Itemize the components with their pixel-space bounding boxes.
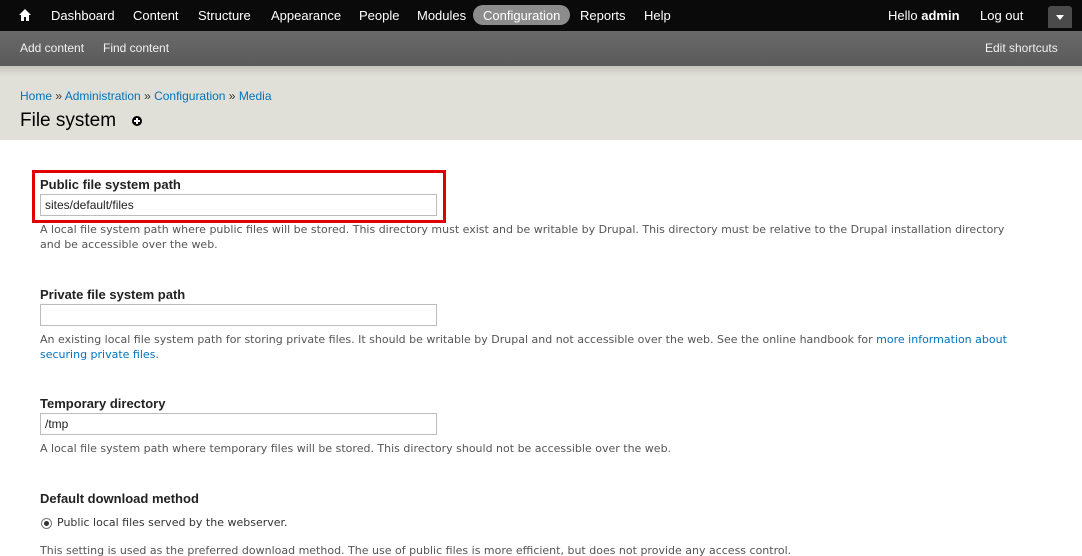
home-icon[interactable] xyxy=(18,8,32,22)
public-path-label: Public file system path xyxy=(40,177,181,192)
toolbar-item-configuration[interactable]: Configuration xyxy=(483,8,560,24)
public-path-input[interactable] xyxy=(40,194,437,216)
add-shortcut-icon[interactable] xyxy=(132,116,142,126)
logout-link[interactable]: Log out xyxy=(980,8,1023,24)
breadcrumb-home[interactable]: Home xyxy=(20,89,52,103)
public-files-radio[interactable] xyxy=(41,518,52,529)
breadcrumb-separator: » xyxy=(225,89,239,103)
breadcrumb-configuration[interactable]: Configuration xyxy=(154,89,225,103)
toolbar-item-structure[interactable]: Structure xyxy=(198,8,251,24)
username-link[interactable]: admin xyxy=(921,8,959,23)
download-method-description: This setting is used as the preferred do… xyxy=(40,544,792,556)
public-files-radio-label[interactable]: Public local files served by the webserv… xyxy=(57,516,288,529)
toolbar-item-dashboard[interactable]: Dashboard xyxy=(51,8,115,24)
temp-dir-description: A local file system path where temporary… xyxy=(40,442,672,455)
temp-dir-label: Temporary directory xyxy=(40,396,166,411)
breadcrumb-separator: » xyxy=(140,89,155,103)
toolbar-item-appearance[interactable]: Appearance xyxy=(271,8,341,24)
public-path-description: A local file system path where public fi… xyxy=(40,223,1005,251)
breadcrumb-media[interactable]: Media xyxy=(239,89,272,103)
toolbar-item-content[interactable]: Content xyxy=(133,8,179,24)
private-path-description-text: An existing local file system path for s… xyxy=(40,333,877,346)
private-path-label: Private file system path xyxy=(40,287,186,302)
shortcuts-toggle-button[interactable] xyxy=(1048,6,1072,28)
private-path-input[interactable] xyxy=(40,304,437,326)
toolbar-item-people[interactable]: People xyxy=(359,8,399,24)
admin-toolbar: Dashboard Content Structure Appearance P… xyxy=(0,0,1082,31)
page-title: File system xyxy=(20,110,117,131)
shortcuts-bar: Add content Find content Edit shortcuts xyxy=(0,31,1082,66)
breadcrumb: Home » Administration » Configuration » … xyxy=(20,89,272,103)
add-content-link[interactable]: Add content xyxy=(20,41,84,55)
user-greeting: Hello admin xyxy=(888,8,960,23)
toolbar-item-reports[interactable]: Reports xyxy=(580,8,626,24)
page-header: Home » Administration » Configuration » … xyxy=(0,66,1082,140)
toolbar-item-help[interactable]: Help xyxy=(644,8,671,24)
download-method-label: Default download method xyxy=(40,491,199,506)
greeting-prefix: Hello xyxy=(888,8,922,23)
private-path-description-end: . xyxy=(155,348,159,361)
private-path-description: An existing local file system path for s… xyxy=(40,332,1030,362)
temp-dir-input[interactable] xyxy=(40,413,437,435)
find-content-link[interactable]: Find content xyxy=(103,41,169,55)
breadcrumb-administration[interactable]: Administration xyxy=(65,89,141,103)
toolbar-item-modules[interactable]: Modules xyxy=(417,8,466,24)
edit-shortcuts-link[interactable]: Edit shortcuts xyxy=(985,41,1058,55)
breadcrumb-separator: » xyxy=(52,89,65,103)
